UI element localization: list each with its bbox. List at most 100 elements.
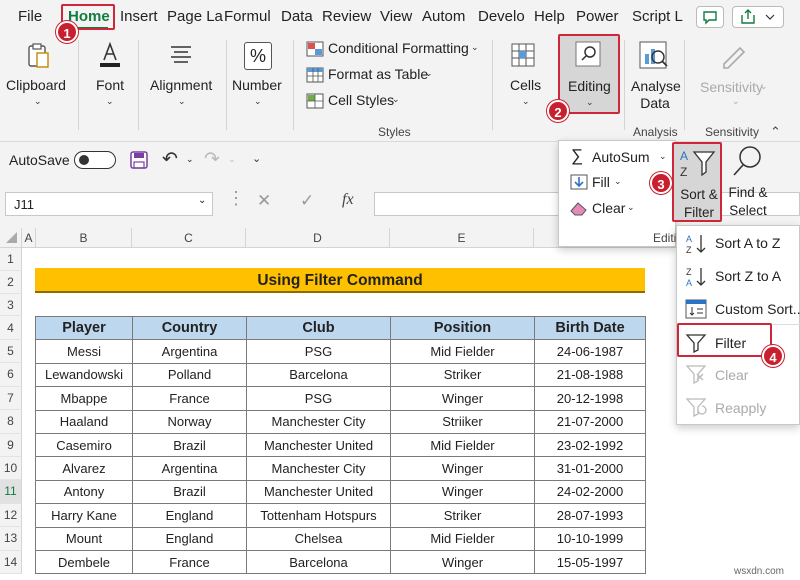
undo-icon[interactable]: ↶ bbox=[162, 148, 178, 171]
autosave-toggle[interactable] bbox=[74, 151, 116, 169]
table-cell[interactable]: Brazil bbox=[132, 432, 247, 458]
header-position[interactable]: Position bbox=[390, 315, 535, 341]
table-cell[interactable]: England bbox=[132, 503, 247, 528]
table-cell[interactable]: France bbox=[132, 386, 247, 411]
table-cell[interactable]: Striker bbox=[390, 503, 535, 528]
header-player[interactable]: Player bbox=[35, 315, 133, 341]
table-cell[interactable]: Brazil bbox=[132, 479, 247, 505]
header-club[interactable]: Club bbox=[246, 315, 391, 341]
table-cell[interactable]: England bbox=[132, 526, 247, 551]
number-button[interactable]: Number bbox=[232, 77, 282, 93]
autosum-button[interactable]: AutoSum bbox=[592, 149, 650, 165]
row-header[interactable]: 4 bbox=[0, 316, 22, 340]
table-cell[interactable]: Winger bbox=[390, 386, 535, 411]
sort-a-to-z-item[interactable]: Sort A to Z bbox=[715, 235, 780, 251]
column-header[interactable]: E bbox=[390, 228, 534, 248]
clipboard-button[interactable]: Clipboard bbox=[6, 77, 66, 93]
table-cell[interactable]: Argentina bbox=[132, 339, 247, 364]
row-header[interactable]: 5 bbox=[0, 340, 22, 364]
tab-view[interactable]: View bbox=[380, 8, 412, 25]
table-cell[interactable]: Casemiro bbox=[35, 432, 133, 458]
tab-data[interactable]: Data bbox=[281, 8, 313, 25]
tab-review[interactable]: Review bbox=[322, 8, 371, 25]
editing-button[interactable]: Editing ⌄ bbox=[558, 34, 620, 114]
row-header[interactable]: 9 bbox=[0, 433, 22, 457]
tab-developer[interactable]: Develo bbox=[478, 8, 525, 25]
table-cell[interactable]: Winger bbox=[390, 479, 535, 505]
table-cell[interactable]: 10-10-1999 bbox=[534, 526, 646, 551]
table-cell[interactable]: Manchester City bbox=[246, 456, 391, 481]
table-cell[interactable]: Alvarez bbox=[35, 456, 133, 481]
table-cell[interactable]: 15-05-1997 bbox=[534, 549, 646, 575]
sort-filter-button[interactable]: AZ Sort & Filter bbox=[672, 142, 722, 222]
font-button[interactable]: Font bbox=[96, 77, 124, 93]
column-header[interactable]: B bbox=[36, 228, 132, 248]
enter-icon[interactable]: ✓ bbox=[300, 191, 314, 211]
tab-page-layout[interactable]: Page La bbox=[167, 8, 223, 25]
table-cell[interactable]: Mbappe bbox=[35, 386, 133, 411]
row-header[interactable]: 13 bbox=[0, 527, 22, 551]
table-cell[interactable]: PSG bbox=[246, 339, 391, 364]
column-header[interactable]: A bbox=[22, 228, 36, 248]
alignment-button[interactable]: Alignment bbox=[150, 77, 212, 93]
table-cell[interactable]: Winger bbox=[390, 549, 535, 575]
cell-styles-button[interactable]: Cell Styles bbox=[328, 92, 394, 108]
sensitivity-button[interactable]: Sensitivity bbox=[700, 79, 763, 95]
table-cell[interactable]: Manchester United bbox=[246, 432, 391, 458]
tab-power[interactable]: Power bbox=[576, 8, 619, 25]
table-cell[interactable]: Striker bbox=[390, 362, 535, 388]
table-cell[interactable]: 21-07-2000 bbox=[534, 409, 646, 434]
tab-file[interactable]: File bbox=[18, 8, 42, 25]
row-header[interactable]: 1 bbox=[0, 248, 22, 271]
row-header[interactable]: 8 bbox=[0, 410, 22, 434]
table-cell[interactable]: PSG bbox=[246, 386, 391, 411]
table-cell[interactable]: Mid Fielder bbox=[390, 526, 535, 551]
cancel-icon[interactable]: ✕ bbox=[257, 191, 271, 211]
tab-formulas[interactable]: Formul bbox=[224, 8, 271, 25]
table-cell[interactable]: Mount bbox=[35, 526, 133, 551]
table-cell[interactable]: Lewandowski bbox=[35, 362, 133, 388]
table-cell[interactable]: Dembele bbox=[35, 549, 133, 575]
clear-item[interactable]: Clear bbox=[715, 367, 748, 383]
reapply-item[interactable]: Reapply bbox=[715, 400, 766, 416]
table-cell[interactable]: Haaland bbox=[35, 409, 133, 434]
table-cell[interactable]: Messi bbox=[35, 339, 133, 364]
table-cell[interactable]: 31-01-2000 bbox=[534, 456, 646, 481]
collapse-ribbon-icon[interactable]: ⌃ bbox=[770, 124, 781, 140]
sort-z-to-a-item[interactable]: Sort Z to A bbox=[715, 268, 781, 284]
column-header[interactable]: C bbox=[132, 228, 246, 248]
select-all-corner[interactable] bbox=[0, 228, 22, 248]
tab-help[interactable]: Help bbox=[534, 8, 565, 25]
row-header[interactable]: 2 bbox=[0, 271, 22, 294]
table-cell[interactable]: Polland bbox=[132, 362, 247, 388]
cells-button[interactable]: Cells bbox=[510, 77, 541, 93]
table-cell[interactable]: Norway bbox=[132, 409, 247, 434]
fill-button[interactable]: Fill bbox=[592, 174, 610, 190]
customize-toolbar-icon[interactable]: ⌄ bbox=[252, 152, 261, 165]
header-birth-date[interactable]: Birth Date bbox=[534, 315, 646, 341]
column-header[interactable]: D bbox=[246, 228, 390, 248]
table-cell[interactable]: Argentina bbox=[132, 456, 247, 481]
row-header[interactable]: 14 bbox=[0, 550, 22, 574]
table-cell[interactable]: Mid Fielder bbox=[390, 339, 535, 364]
analyse-data-button[interactable]: Analyse Data bbox=[631, 78, 681, 112]
row-header[interactable]: 6 bbox=[0, 363, 22, 387]
table-cell[interactable]: 28-07-1993 bbox=[534, 503, 646, 528]
tab-script-lab[interactable]: Script L bbox=[632, 8, 683, 25]
row-header[interactable]: 10 bbox=[0, 457, 22, 481]
share-button[interactable] bbox=[732, 6, 784, 28]
table-cell[interactable]: 20-12-1998 bbox=[534, 386, 646, 411]
table-cell[interactable]: 21-08-1988 bbox=[534, 362, 646, 388]
table-cell[interactable]: 24-06-1987 bbox=[534, 339, 646, 364]
row-header[interactable]: 7 bbox=[0, 386, 22, 411]
find-select-button[interactable]: Find & Select bbox=[724, 142, 776, 222]
table-cell[interactable]: Barcelona bbox=[246, 549, 391, 575]
tab-insert[interactable]: Insert bbox=[120, 8, 158, 25]
format-as-table-button[interactable]: Format as Table bbox=[328, 66, 428, 82]
save-icon[interactable] bbox=[130, 151, 148, 169]
tab-automate[interactable]: Autom bbox=[422, 8, 465, 25]
table-cell[interactable]: Manchester City bbox=[246, 409, 391, 434]
table-cell[interactable]: Mid Fielder bbox=[390, 432, 535, 458]
function-icon[interactable]: fx bbox=[342, 191, 354, 209]
row-header[interactable]: 12 bbox=[0, 503, 22, 528]
